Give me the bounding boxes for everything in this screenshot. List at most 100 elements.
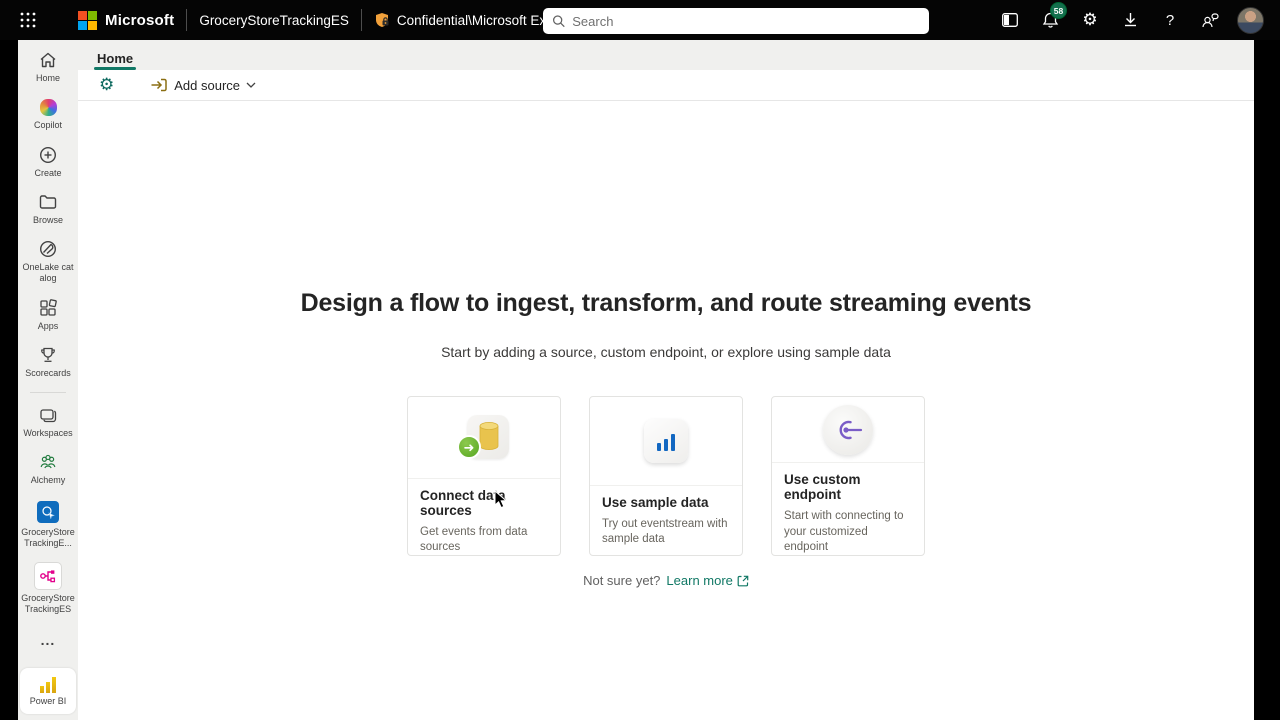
sidebar-item-label: OneLake catalog <box>22 262 74 284</box>
feedback-button[interactable] <box>1190 0 1230 40</box>
tab-strip: Home <box>78 40 1254 70</box>
add-source-label: Add source <box>174 77 241 93</box>
divider <box>360 9 362 31</box>
account-button[interactable] <box>1230 0 1270 40</box>
sidebar-item-scorecards[interactable]: Scorecards <box>18 345 78 379</box>
help-button[interactable]: ? <box>1150 0 1190 40</box>
help-icon: ? <box>1165 11 1175 29</box>
sidebar-item-alchemy[interactable]: Alchemy <box>18 452 78 486</box>
page-subtitle: Start by adding a source, custom endpoin… <box>441 344 891 360</box>
sidebar-item-home[interactable]: Home <box>18 50 78 84</box>
sidebar-item-grocerystoretracking-app[interactable]: GroceryStoreTrackingE... <box>18 500 78 550</box>
download-button[interactable] <box>1110 0 1150 40</box>
top-app-bar: Microsoft GroceryStoreTrackingES Confide… <box>0 0 1280 40</box>
microsoft-logo[interactable]: Microsoft <box>78 10 175 30</box>
card-description: Get events from data sources <box>420 525 528 553</box>
panel-toggle-icon <box>1002 13 1018 27</box>
learn-more-label: Learn more <box>666 573 733 588</box>
notifications-button[interactable]: 58 <box>1030 0 1070 40</box>
onelake-catalog-icon <box>38 239 58 259</box>
add-source-button[interactable]: Add source <box>144 74 262 96</box>
notification-count-badge: 58 <box>1050 2 1067 19</box>
sidebar-item-label: GroceryStoreTrackingES <box>21 593 75 615</box>
card-description: Try out eventstream with sample data <box>602 518 728 546</box>
apps-icon <box>38 298 58 318</box>
active-tab-underline <box>94 67 137 70</box>
alchemy-people-icon <box>38 452 58 472</box>
sidebar-item-label: Power BI <box>29 695 67 706</box>
home-icon <box>38 50 58 70</box>
card-title: Connect data sources <box>420 487 506 518</box>
sidebar-item-label: Alchemy <box>30 475 66 486</box>
divider <box>186 9 188 31</box>
power-bi-icon <box>40 676 56 693</box>
create-plus-icon <box>38 145 58 165</box>
microsoft-logo-icon <box>78 10 97 30</box>
card-use-custom-endpoint[interactable]: Use custom endpoint Start with connectin… <box>771 396 925 556</box>
sidebar-item-label: Copilot <box>33 120 62 131</box>
copilot-icon <box>38 97 58 117</box>
search-input[interactable] <box>572 13 920 29</box>
page-title: Design a flow to ingest, transform, and … <box>300 289 1032 317</box>
app-launcher-button[interactable] <box>8 0 48 40</box>
folder-icon <box>38 192 58 212</box>
sidebar-item-apps[interactable]: Apps <box>18 298 78 332</box>
sidebar-item-copilot[interactable]: Copilot <box>18 97 78 131</box>
waffle-icon <box>20 12 36 28</box>
database-connect-icon: ➜ <box>457 413 511 461</box>
starter-cards: ➜ Connect data sources Get events from d… <box>407 396 925 556</box>
card-description: Start with connecting to your customized… <box>784 510 904 553</box>
sample-data-chart-icon <box>644 419 688 463</box>
add-source-icon <box>151 78 167 92</box>
panel-toggle-button[interactable] <box>990 0 1030 40</box>
sidebar-item-create[interactable]: Create <box>18 145 78 179</box>
card-title: Use sample data <box>602 495 709 510</box>
sidebar-item-label: Apps <box>37 320 59 331</box>
sidebar-item-power-bi[interactable]: Power BI <box>20 668 76 714</box>
microsoft-logo-label: Microsoft <box>105 11 175 29</box>
sidebar-item-onelake-catalog[interactable]: OneLake catalog <box>18 239 78 285</box>
app-frame: Home Copilot Create Browse OneLake catal… <box>18 40 1254 720</box>
sidebar-divider <box>30 392 66 393</box>
sidebar-item-label: Home <box>35 73 60 83</box>
global-search[interactable] <box>543 8 929 34</box>
sidebar-item-label: Workspaces <box>23 428 73 438</box>
card-use-sample-data[interactable]: Use sample data Try out eventstream with… <box>589 396 743 556</box>
app-blue-icon <box>36 500 60 524</box>
eventstream-icon <box>34 562 62 590</box>
workspaces-icon <box>38 405 58 425</box>
download-icon <box>1124 13 1136 27</box>
custom-endpoint-icon <box>823 404 873 455</box>
chevron-down-icon <box>246 82 256 88</box>
eventstream-canvas: Design a flow to ingest, transform, and … <box>78 101 1254 720</box>
sidebar-item-grocerystoretrackinges-selected[interactable]: GroceryStoreTrackingES <box>18 562 78 616</box>
search-icon <box>552 15 565 28</box>
settings-gear-icon: ⚙ <box>99 74 115 95</box>
main-column: Home ⚙ Add source Design a flow to inges… <box>78 40 1254 720</box>
learn-more-link[interactable]: Learn more <box>666 573 749 588</box>
sidebar-item-browse[interactable]: Browse <box>18 192 78 226</box>
settings-button[interactable]: ⚙ <box>1070 0 1110 40</box>
sensitivity-shield-icon <box>375 13 389 27</box>
sidebar-item-label: Create <box>34 167 62 178</box>
card-title: Use custom endpoint <box>784 472 861 503</box>
sidebar-item-label: Scorecards <box>25 367 71 378</box>
tab-home-label: Home <box>97 51 134 66</box>
card-connect-data-sources[interactable]: ➜ Connect data sources Get events from d… <box>407 396 561 556</box>
trophy-icon <box>38 345 58 365</box>
avatar <box>1236 6 1264 34</box>
item-title: GroceryStoreTrackingES <box>199 12 349 28</box>
sidebar-more-button[interactable]: ... <box>18 631 78 648</box>
left-nav-rail: Home Copilot Create Browse OneLake catal… <box>18 40 78 720</box>
sidebar-item-workspaces[interactable]: Workspaces <box>18 405 78 439</box>
gear-icon: ⚙ <box>1082 9 1098 30</box>
sidebar-item-label: Browse <box>32 214 63 225</box>
ribbon-toolbar: ⚙ Add source <box>78 70 1254 101</box>
not-sure-text: Not sure yet? <box>583 573 661 588</box>
external-link-icon <box>737 575 749 586</box>
feedback-icon <box>1202 13 1219 28</box>
more-ellipsis-icon: ... <box>40 631 56 648</box>
tab-home[interactable]: Home <box>94 46 137 70</box>
sidebar-item-label: GroceryStoreTrackingE... <box>21 526 75 548</box>
eventstream-settings-button[interactable]: ⚙ <box>93 74 120 97</box>
